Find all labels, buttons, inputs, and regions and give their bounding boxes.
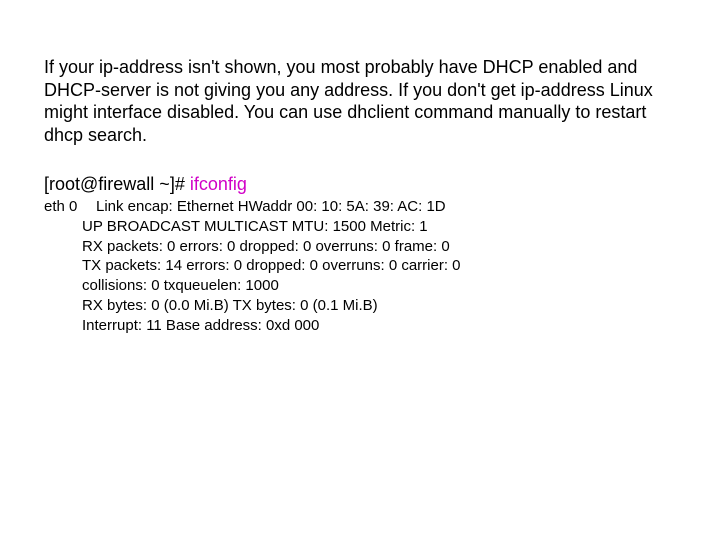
shell-prompt-line: [root@firewall ~]# ifconfig <box>44 174 676 195</box>
interface-name: eth 0 <box>44 197 96 217</box>
ifconfig-output: eth 0 Link encap: Ethernet HWaddr 00: 10… <box>44 197 676 336</box>
output-line-7: Interrupt: 11 Base address: 0xd 000 <box>44 316 676 336</box>
output-line-5: collisions: 0 txqueuelen: 1000 <box>44 276 676 296</box>
shell-command: ifconfig <box>190 174 247 194</box>
output-line-3: RX packets: 0 errors: 0 dropped: 0 overr… <box>44 237 676 257</box>
shell-prompt: [root@firewall ~]# <box>44 174 190 194</box>
output-line-4: TX packets: 14 errors: 0 dropped: 0 over… <box>44 256 676 276</box>
output-line-1: Link encap: Ethernet HWaddr 00: 10: 5A: … <box>96 197 676 217</box>
output-line-2: UP BROADCAST MULTICAST MTU: 1500 Metric:… <box>44 217 676 237</box>
output-line-6: RX bytes: 0 (0.0 Mi.B) TX bytes: 0 (0.1 … <box>44 296 676 316</box>
intro-paragraph: If your ip-address isn't shown, you most… <box>44 56 676 146</box>
